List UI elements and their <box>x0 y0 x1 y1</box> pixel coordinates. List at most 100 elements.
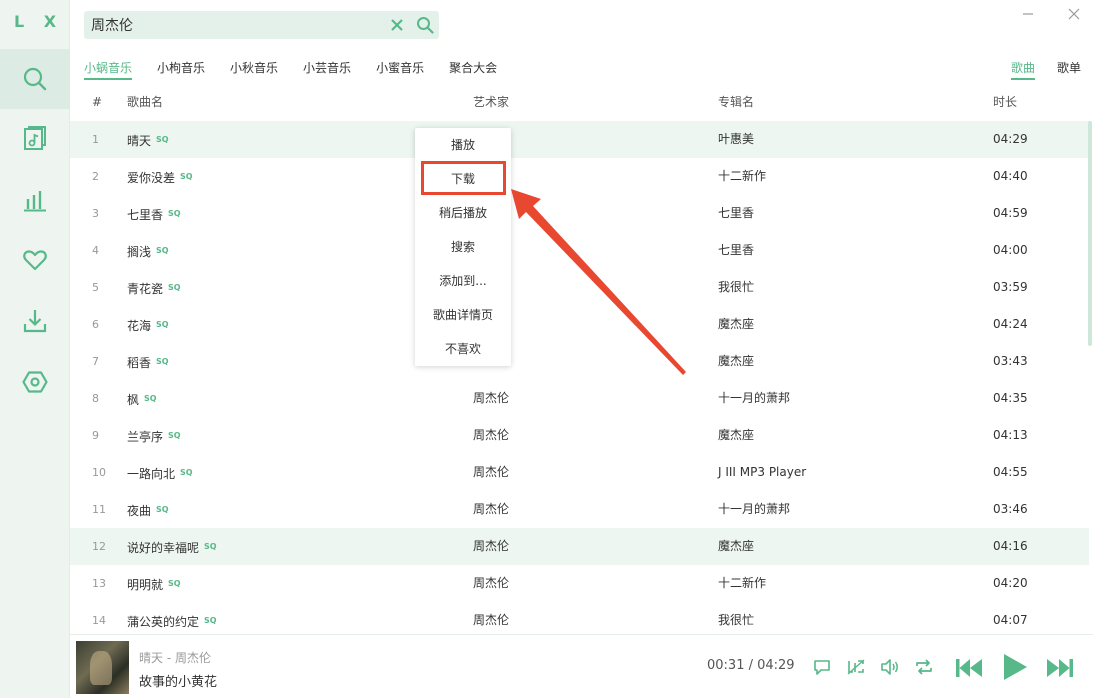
source-tab[interactable]: 聚合大会 <box>449 58 497 80</box>
menu-item-search[interactable]: 搜索 <box>415 230 511 264</box>
nav-song-list[interactable] <box>0 109 70 169</box>
row-title: 蒲公英的约定 SQ <box>127 602 217 634</box>
row-artist[interactable]: 周杰伦 <box>473 454 509 491</box>
row-album[interactable]: 我很忙 <box>718 269 754 306</box>
row-artist[interactable]: 周杰伦 <box>473 417 509 454</box>
table-row[interactable]: 9 兰亭序 SQ 周杰伦 魔杰座 04:13 <box>70 417 1089 454</box>
row-num: 2 <box>92 170 99 183</box>
row-duration: 04:29 <box>993 132 1028 146</box>
song-title: 明明就 <box>127 578 164 592</box>
source-tab[interactable]: 小芸音乐 <box>303 58 351 80</box>
header-title: 歌曲名 <box>127 95 164 109</box>
chart-bars-icon <box>24 191 46 212</box>
row-duration: 03:43 <box>993 354 1028 368</box>
previous-button[interactable] <box>954 653 984 683</box>
context-menu: 播放 下载 稍后播放 搜索 添加到... 歌曲详情页 不喜欢 <box>415 128 511 366</box>
quality-badge: SQ <box>180 172 193 181</box>
row-album[interactable]: 魔杰座 <box>718 528 754 565</box>
table-row[interactable]: 4 搁浅 SQ 七里香 04:00 <box>70 232 1089 269</box>
lyric-icon <box>847 659 865 675</box>
menu-item-play[interactable]: 播放 <box>415 128 511 162</box>
menu-item-add-to[interactable]: 添加到... <box>415 264 511 298</box>
row-artist[interactable]: 周杰伦 <box>473 602 509 634</box>
row-title: 晴天 SQ <box>127 121 169 160</box>
row-artist[interactable]: 周杰伦 <box>473 528 509 565</box>
close-icon <box>391 19 403 31</box>
search-input[interactable] <box>84 11 383 39</box>
table-row[interactable]: 1 晴天 SQ 叶惠美 04:29 <box>70 121 1089 158</box>
header-artist: 艺术家 <box>473 95 510 109</box>
menu-item-play-later[interactable]: 稍后播放 <box>415 196 511 230</box>
row-album[interactable]: 叶惠美 <box>718 121 754 158</box>
album-cover[interactable] <box>76 641 129 694</box>
quality-badge: SQ <box>204 616 217 625</box>
row-album[interactable]: 我很忙 <box>718 602 754 634</box>
table-row[interactable]: 5 青花瓷 SQ 我很忙 03:59 <box>70 269 1089 306</box>
quality-badge: SQ <box>156 505 169 514</box>
nav-leaderboard[interactable] <box>0 170 70 230</box>
table-row[interactable]: 14 蒲公英的约定 SQ 周杰伦 我很忙 04:07 <box>70 602 1089 634</box>
nav-search[interactable] <box>0 49 70 109</box>
table-row[interactable]: 2 爱你没差 SQ 十二新作 04:40 <box>70 158 1089 195</box>
row-num: 10 <box>92 466 106 479</box>
menu-item-download[interactable]: 下载 <box>415 162 511 196</box>
quality-badge: SQ <box>168 283 181 292</box>
row-album[interactable]: 十一月的萧邦 <box>718 380 790 417</box>
row-album[interactable]: 十一月的萧邦 <box>718 491 790 528</box>
nav-settings[interactable] <box>0 352 70 412</box>
song-title: 七里香 <box>127 208 164 222</box>
minimize-button[interactable] <box>1015 4 1041 24</box>
row-duration: 04:35 <box>993 391 1028 405</box>
row-album[interactable]: 魔杰座 <box>718 417 754 454</box>
nav-favorites[interactable] <box>0 230 70 290</box>
lyric-toggle-button[interactable] <box>844 655 868 679</box>
row-album[interactable]: 十二新作 <box>718 565 766 602</box>
table-row[interactable]: 8 枫 SQ 周杰伦 十一月的萧邦 04:35 <box>70 380 1089 417</box>
nav-download[interactable] <box>0 291 70 351</box>
row-artist[interactable]: 周杰伦 <box>473 491 509 528</box>
next-button[interactable] <box>1045 653 1075 683</box>
header-duration: 时长 <box>993 95 1018 109</box>
source-tab[interactable]: 小秋音乐 <box>230 58 278 80</box>
row-title: 稻香 SQ <box>127 343 169 382</box>
table-row[interactable]: 10 一路向北 SQ 周杰伦 J III MP3 Player 04:55 <box>70 454 1089 491</box>
clear-button[interactable] <box>383 11 411 39</box>
menu-item-song-detail[interactable]: 歌曲详情页 <box>415 298 511 332</box>
row-album[interactable]: 七里香 <box>718 232 754 269</box>
menu-item-dislike[interactable]: 不喜欢 <box>415 332 511 366</box>
play-button[interactable] <box>1000 652 1030 682</box>
repeat-button[interactable] <box>912 655 936 679</box>
source-tab[interactable]: 小蜗音乐 <box>84 58 133 80</box>
row-album[interactable]: 七里香 <box>718 195 754 232</box>
quality-badge: SQ <box>168 209 181 218</box>
table-row[interactable]: 3 七里香 SQ 七里香 04:59 <box>70 195 1089 232</box>
row-album[interactable]: 魔杰座 <box>718 306 754 343</box>
tab-playlists[interactable]: 歌单 <box>1057 58 1081 80</box>
quality-badge: SQ <box>156 320 169 329</box>
close-window-button[interactable] <box>1061 4 1087 24</box>
row-artist[interactable]: 周杰伦 <box>473 565 509 602</box>
search-button[interactable] <box>411 11 439 39</box>
row-num: 12 <box>92 540 106 553</box>
repeat-icon <box>916 659 932 675</box>
comment-icon <box>814 660 830 675</box>
row-album[interactable]: J III MP3 Player <box>718 454 806 491</box>
row-title: 七里香 SQ <box>127 195 181 234</box>
row-num: 3 <box>92 207 99 220</box>
source-tab[interactable]: 小枸音乐 <box>157 58 205 80</box>
source-tab[interactable]: 小蜜音乐 <box>376 58 424 80</box>
table-row[interactable]: 6 花海 SQ 魔杰座 04:24 <box>70 306 1089 343</box>
row-album[interactable]: 魔杰座 <box>718 343 754 380</box>
row-album[interactable]: 十二新作 <box>718 158 766 195</box>
scrollbar[interactable] <box>1088 121 1092 346</box>
row-artist[interactable]: 周杰伦 <box>473 380 509 417</box>
row-num: 8 <box>92 392 99 405</box>
now-playing-title[interactable]: 晴天 - 周杰伦 <box>139 649 211 666</box>
comment-button[interactable] <box>810 655 834 679</box>
table-row[interactable]: 13 明明就 SQ 周杰伦 十二新作 04:20 <box>70 565 1089 602</box>
volume-button[interactable] <box>878 655 902 679</box>
table-row[interactable]: 11 夜曲 SQ 周杰伦 十一月的萧邦 03:46 <box>70 491 1089 528</box>
table-row[interactable]: 12 说好的幸福呢 SQ 周杰伦 魔杰座 04:16 <box>70 528 1089 565</box>
tab-songs[interactable]: 歌曲 <box>1010 58 1035 80</box>
table-row[interactable]: 7 稻香 SQ 魔杰座 03:43 <box>70 343 1089 380</box>
